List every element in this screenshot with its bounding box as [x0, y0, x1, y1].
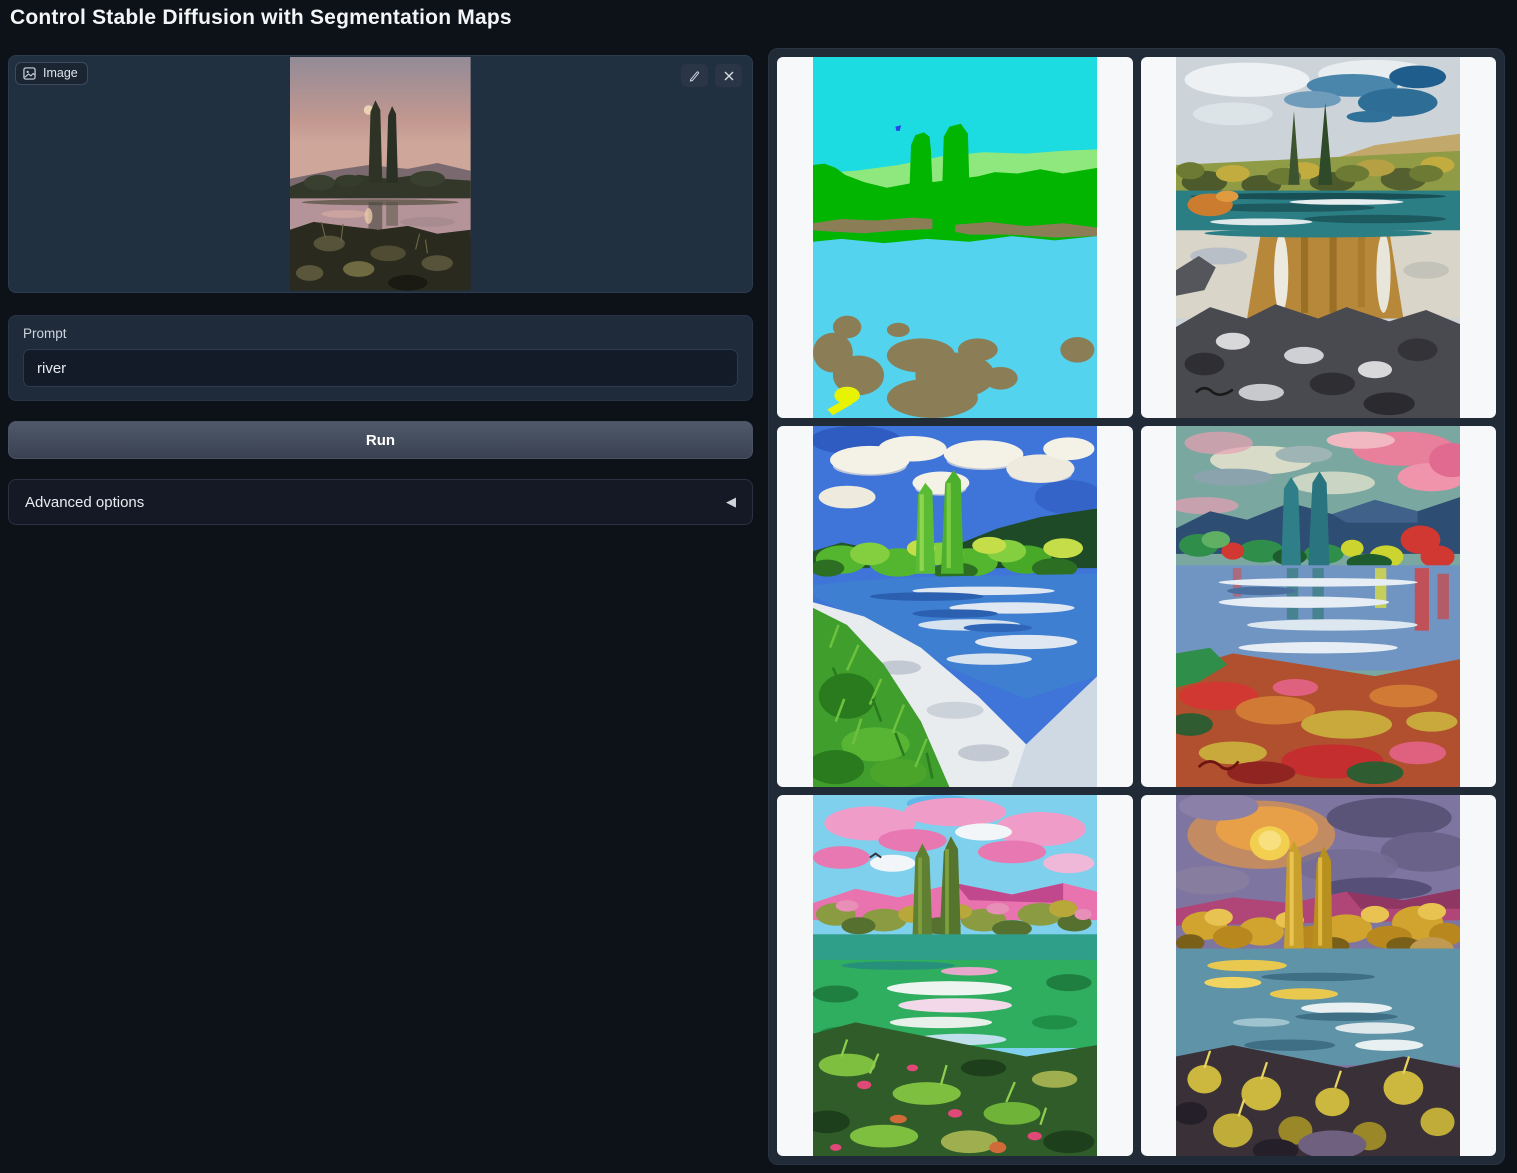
advanced-options-label: Advanced options	[25, 494, 144, 511]
output-gallery	[768, 48, 1505, 1165]
image-input-label: Image	[15, 62, 88, 85]
gallery-item-expressionist[interactable]	[1141, 426, 1497, 787]
close-icon	[723, 70, 735, 82]
gallery-image-pink-sky	[813, 795, 1097, 1156]
gallery-item-pink-sky[interactable]	[777, 795, 1133, 1156]
image-input-label-text: Image	[43, 66, 78, 80]
edit-image-button[interactable]	[681, 64, 708, 87]
advanced-options-accordion[interactable]: Advanced options ◀	[8, 479, 753, 525]
gallery-image-golden-sunset	[1176, 795, 1460, 1156]
clear-image-button[interactable]	[715, 64, 742, 87]
prompt-label: Prompt	[23, 326, 738, 341]
gallery-image-watercolor	[1176, 57, 1460, 418]
run-button[interactable]: Run	[8, 421, 753, 459]
gallery-item-vivid-green[interactable]	[777, 426, 1133, 787]
image-toolbar	[681, 64, 742, 87]
image-icon	[23, 67, 36, 80]
gallery-item-golden-sunset[interactable]	[1141, 795, 1497, 1156]
image-input-block[interactable]: Image	[8, 55, 753, 293]
pencil-icon	[688, 69, 701, 82]
page-title: Control Stable Diffusion with Segmentati…	[10, 6, 512, 30]
uploaded-image-preview[interactable]	[290, 57, 471, 291]
gallery-image-expressionist	[1176, 426, 1460, 787]
gallery-item-watercolor[interactable]	[1141, 57, 1497, 418]
gallery-item-segmentation-map[interactable]	[777, 57, 1133, 418]
gallery-image-segmentation-map	[813, 57, 1097, 418]
prompt-input[interactable]	[23, 349, 738, 387]
collapse-arrow-icon: ◀	[726, 494, 736, 510]
gallery-image-vivid-green	[813, 426, 1097, 787]
prompt-block: Prompt	[8, 315, 753, 401]
